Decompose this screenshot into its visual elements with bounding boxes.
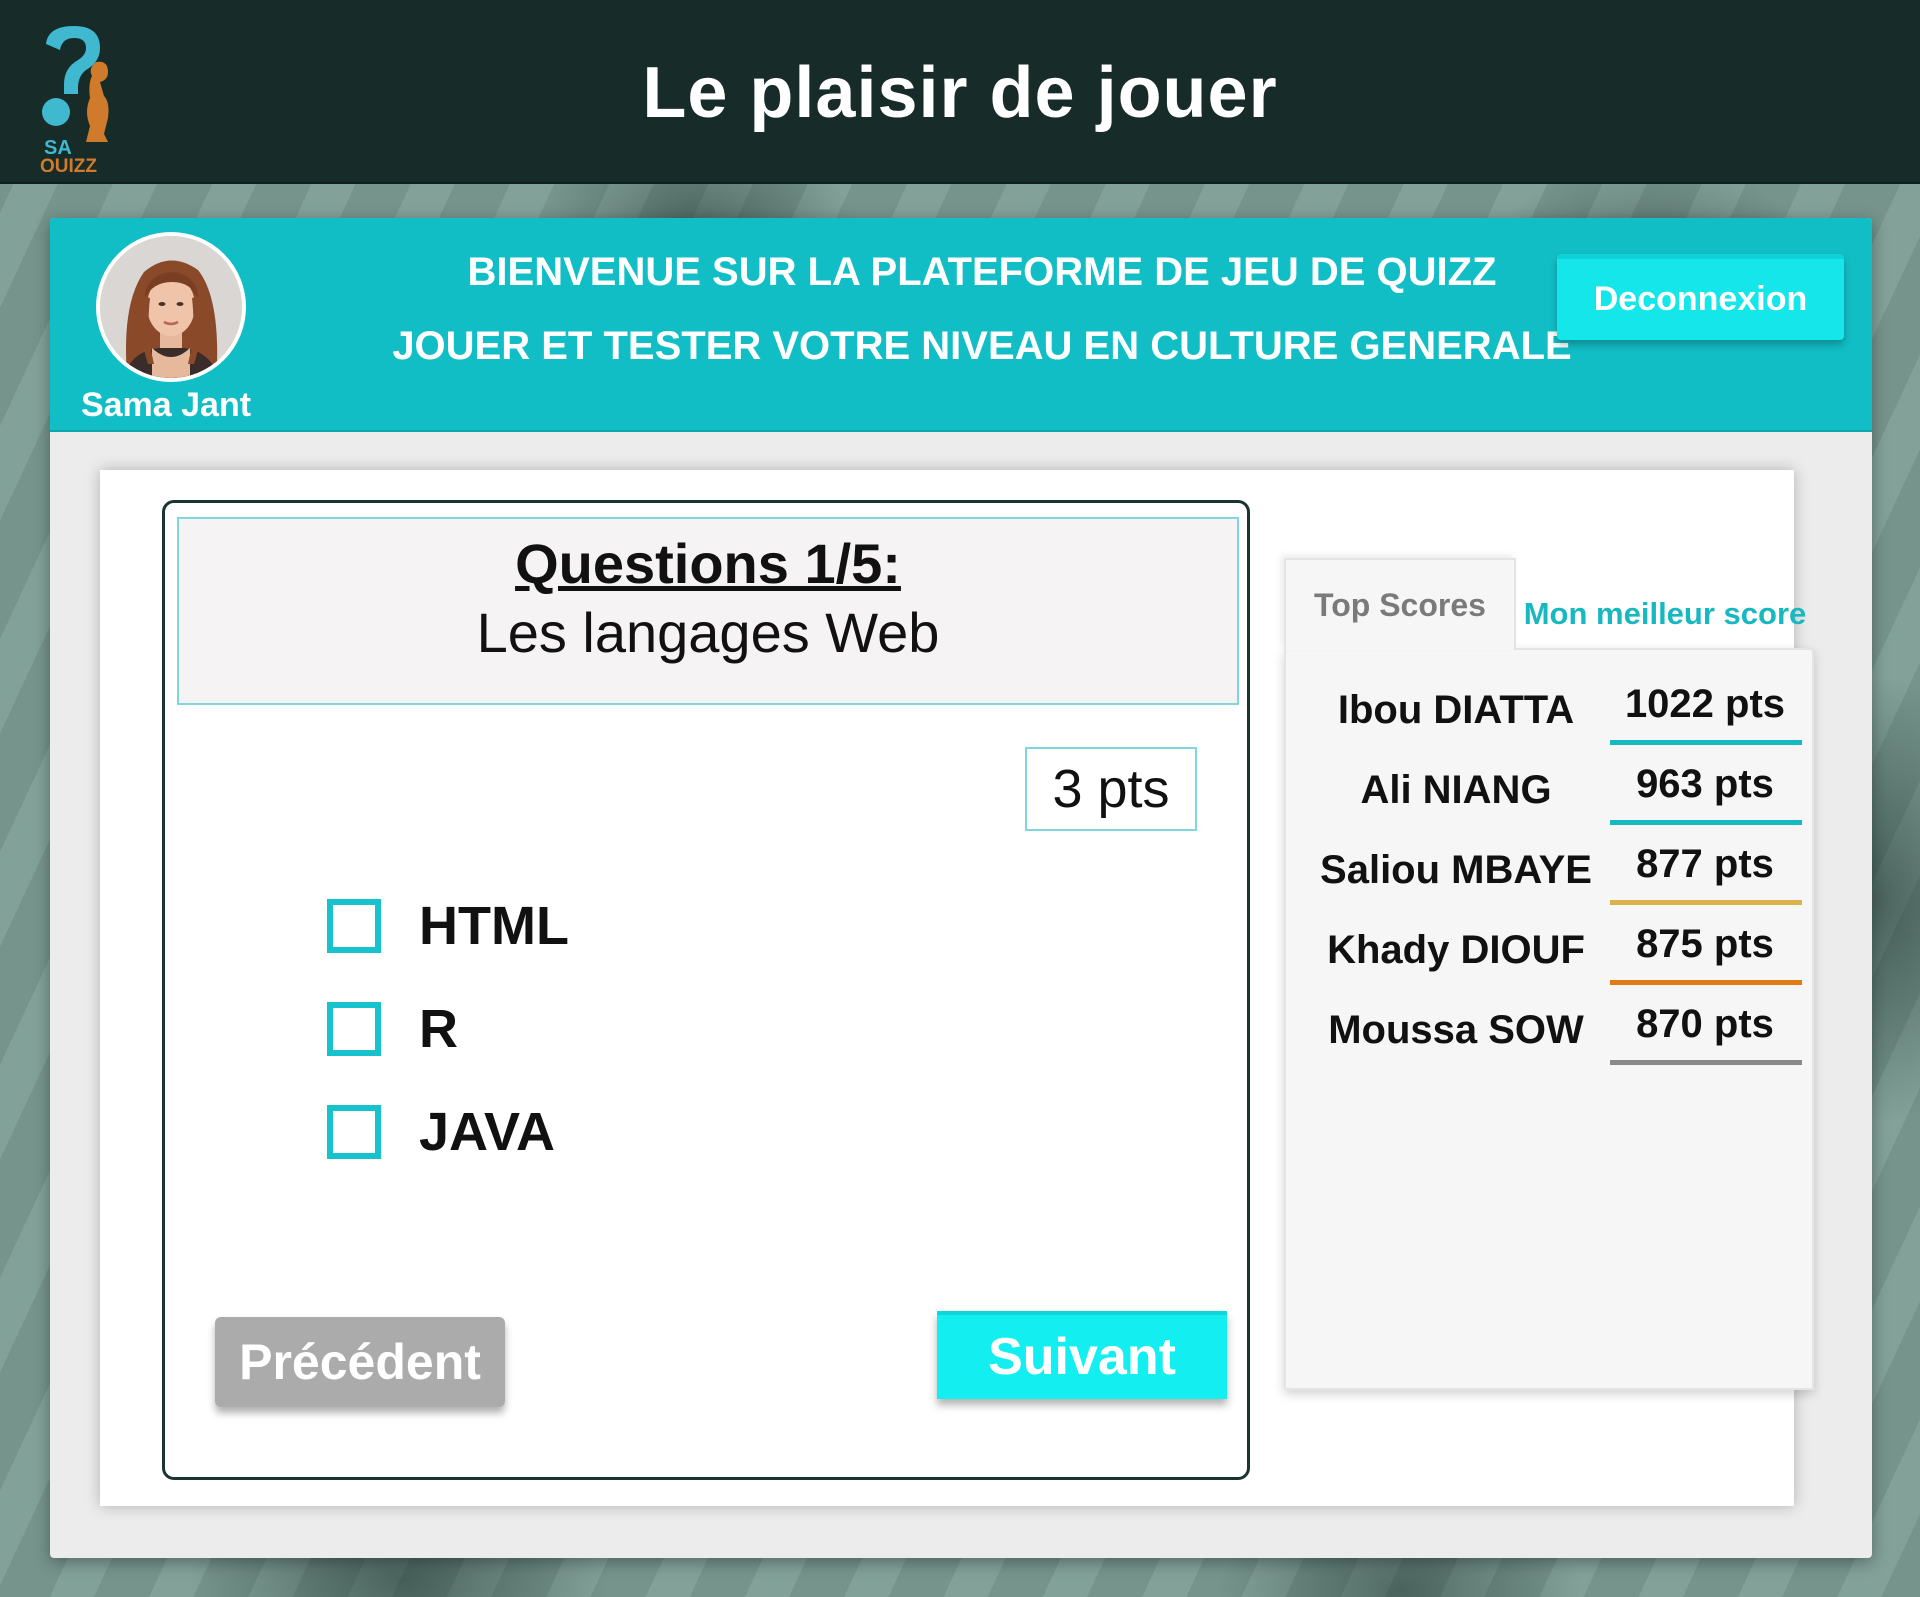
score-underline xyxy=(1610,980,1802,985)
checkbox-icon[interactable] xyxy=(327,899,381,953)
score-row: Ibou DIATTA 1022 pts xyxy=(1286,680,1816,750)
score-points: 875 pts xyxy=(1636,922,1774,966)
checkbox-icon[interactable] xyxy=(327,1002,381,1056)
score-row: Khady DIOUF 875 pts xyxy=(1286,920,1816,990)
tab-top-scores[interactable]: Top Scores xyxy=(1284,558,1516,650)
user-name: Sama Jant xyxy=(80,386,252,424)
answer-option-r[interactable]: R xyxy=(327,998,458,1060)
answer-label: HTML xyxy=(419,896,569,956)
score-points: 963 pts xyxy=(1636,762,1774,806)
score-row: Moussa SOW 870 pts xyxy=(1286,1000,1816,1070)
checkbox-icon[interactable] xyxy=(327,1105,381,1159)
score-underline xyxy=(1610,740,1802,745)
answer-label: R xyxy=(419,999,458,1059)
score-points: 1022 pts xyxy=(1624,682,1786,726)
score-underline xyxy=(1610,900,1802,905)
content-panel: Questions 1/5: Les langages Web 3 pts HT… xyxy=(100,470,1814,1506)
welcome-subtitle: JOUER ET TESTER VOTRE NIVEAU EN CULTURE … xyxy=(392,324,1572,368)
score-player-name: Khady DIOUF xyxy=(1327,928,1585,972)
avatar-image xyxy=(100,236,242,378)
logout-button[interactable]: Deconnexion xyxy=(1557,254,1844,340)
score-points: 877 pts xyxy=(1636,842,1774,886)
top-bar: SA QUIZZ Le plaisir de jouer xyxy=(0,0,1920,184)
main-container: Sama Jant BIENVENUE SUR LA PLATEFORME DE… xyxy=(50,218,1872,1558)
tab-best-score[interactable]: Mon meilleur score xyxy=(1516,586,1814,642)
welcome-header: Sama Jant BIENVENUE SUR LA PLATEFORME DE… xyxy=(50,218,1872,432)
question-header: Questions 1/5: Les langages Web xyxy=(177,517,1239,705)
score-player-name: Ibou DIATTA xyxy=(1337,688,1575,732)
score-underline xyxy=(1610,1060,1802,1065)
question-points: 3 pts xyxy=(1025,747,1197,831)
previous-button[interactable]: Précédent xyxy=(215,1317,505,1407)
answer-option-html[interactable]: HTML xyxy=(327,895,569,957)
user-avatar[interactable] xyxy=(96,232,246,382)
question-number: Questions 1/5: xyxy=(515,532,901,595)
score-player-name: Moussa SOW xyxy=(1328,1008,1584,1052)
scores-list: Ibou DIATTA 1022 pts Ali NIANG 963 pts S… xyxy=(1284,648,1814,1390)
app-title: Le plaisir de jouer xyxy=(642,53,1278,133)
question-card: Questions 1/5: Les langages Web 3 pts HT… xyxy=(162,500,1250,1480)
scores-panel: Ibou DIATTA 1022 pts Ali NIANG 963 pts S… xyxy=(1284,558,1814,1394)
score-underline xyxy=(1610,820,1802,825)
next-button[interactable]: Suivant xyxy=(937,1311,1227,1399)
logo-text-quizz: QUIZZ xyxy=(40,156,97,172)
answer-label: JAVA xyxy=(419,1102,556,1162)
score-row: Ali NIANG 963 pts xyxy=(1286,760,1816,830)
welcome-title: BIENVENUE SUR LA PLATEFORME DE JEU DE QU… xyxy=(467,250,1497,294)
score-row: Saliou MBAYE 877 pts xyxy=(1286,840,1816,910)
score-player-name: Ali NIANG xyxy=(1360,768,1552,812)
answer-option-java[interactable]: JAVA xyxy=(327,1101,555,1163)
score-player-name: Saliou MBAYE xyxy=(1320,848,1592,892)
question-topic: Les langages Web xyxy=(476,601,940,664)
score-points: 870 pts xyxy=(1636,1002,1774,1046)
